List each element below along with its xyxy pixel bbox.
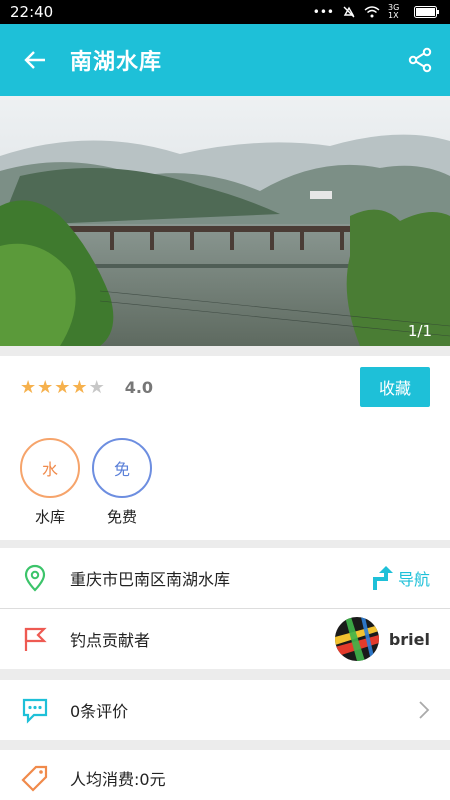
- info-card: 重庆市巴南区南湖水库 导航 钓点贡献者 briel: [0, 548, 450, 669]
- status-time: 22:40: [10, 3, 54, 21]
- star-rating: ★ ★ ★ ★ ★: [20, 377, 105, 398]
- reviews-row-inner: 0条评价: [0, 680, 450, 740]
- contributor-username[interactable]: briel: [389, 630, 430, 649]
- status-icons: ••• 3G 1X: [313, 4, 440, 20]
- address-row: 重庆市巴南区南湖水库 导航: [0, 548, 450, 608]
- share-button[interactable]: [390, 24, 450, 96]
- dots-icon: •••: [312, 5, 334, 19]
- chevron-right-icon: [419, 701, 430, 719]
- reservoir-photo: [0, 96, 450, 346]
- navigate-label: 导航: [397, 570, 430, 589]
- share-icon: [408, 47, 432, 73]
- navigation-arrow-icon: [372, 566, 393, 590]
- photo-counter: 1/1: [407, 322, 432, 340]
- spot-photo[interactable]: 1/1: [0, 96, 450, 346]
- network-label: 3G 1X: [388, 3, 400, 20]
- avatar[interactable]: [334, 617, 379, 661]
- flag-icon: [20, 624, 50, 654]
- star-filled-icon: ★: [37, 376, 54, 398]
- spend-row: 人均消费:0元: [0, 750, 450, 800]
- wifi-icon: [364, 6, 380, 18]
- contributor-row[interactable]: 钓点贡献者 briel: [0, 609, 450, 669]
- tag-free[interactable]: 免 免费: [92, 438, 152, 540]
- tag-reservoir[interactable]: 水 水库: [20, 438, 80, 540]
- star-filled-icon: ★: [54, 376, 71, 398]
- tag-list: 水 水库 免 免费: [0, 418, 450, 540]
- star-filled-icon: ★: [71, 376, 88, 398]
- rating-score: 4.0: [124, 377, 154, 397]
- address-text: 重庆市巴南区南湖水库: [70, 570, 231, 589]
- tag-reservoir-label: 水库: [34, 508, 65, 526]
- page-title: 南湖水库: [70, 50, 163, 75]
- tag-free-icon: 免: [92, 438, 152, 498]
- contributor-label: 钓点贡献者: [70, 631, 151, 650]
- favorite-button[interactable]: 收藏: [360, 367, 430, 407]
- tag-free-label: 免费: [106, 508, 137, 526]
- mute-icon: [343, 6, 355, 18]
- rating-row: ★ ★ ★ ★ ★ 4.0 收藏: [0, 356, 450, 418]
- arrow-left-icon: [24, 51, 45, 69]
- star-filled-icon: ★: [20, 376, 37, 398]
- comment-icon: [20, 695, 50, 725]
- reviews-row[interactable]: 0条评价: [0, 680, 450, 740]
- location-pin-icon: [20, 563, 50, 593]
- navigate-button[interactable]: 导航: [372, 565, 430, 591]
- back-button[interactable]: [0, 24, 70, 96]
- price-tag-icon: [20, 763, 50, 793]
- spend-row-inner: 人均消费:0元: [0, 750, 450, 800]
- app-bar: 南湖水库: [0, 24, 450, 96]
- tag-reservoir-icon: 水: [20, 438, 80, 498]
- battery-icon: [414, 6, 439, 18]
- status-bar: 22:40 ••• 3G 1X: [0, 0, 450, 24]
- average-spend: 人均消费:0元: [70, 770, 166, 789]
- reviews-count: 0条评价: [70, 702, 129, 721]
- star-empty-icon: ★: [88, 376, 105, 398]
